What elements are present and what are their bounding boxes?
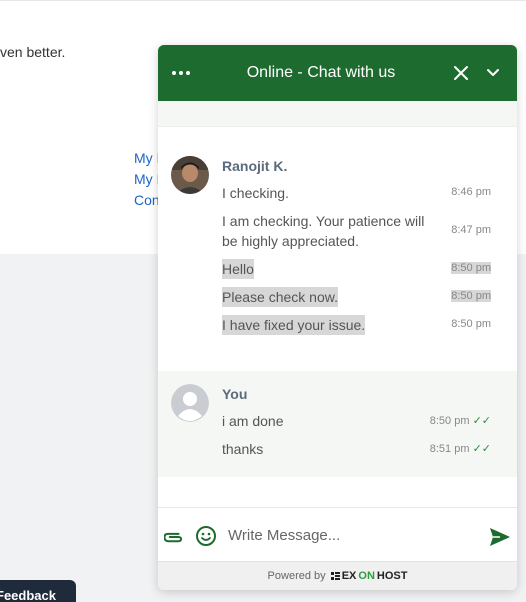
message-time: 8:50 pm ✓✓ (429, 415, 491, 427)
chat-title: Online - Chat with us (246, 64, 396, 81)
message-text: I am checking. Your patience will be hig… (222, 213, 425, 249)
page-text: ven better. (0, 44, 66, 60)
message: Please check now. 8:50 pm (222, 287, 506, 307)
message: i am done 8:50 pm ✓✓ (222, 411, 506, 431)
page-links: My I My I Con (134, 150, 160, 209)
message-text: i am done (222, 413, 284, 429)
message: Hello 8:50 pm (222, 259, 506, 279)
page-link[interactable]: Con (134, 192, 160, 209)
page-link[interactable]: My I (134, 150, 160, 167)
agent-avatar (171, 156, 209, 194)
smiley-icon[interactable] (195, 525, 217, 547)
message-list[interactable]: Ranojit K. I checking. 8:46 pm I am chec… (158, 101, 517, 507)
message-time: 8:50 pm (451, 262, 491, 274)
message: I checking. 8:46 pm (222, 183, 506, 203)
message-time: 8:50 pm (451, 318, 491, 330)
message-time: 8:47 pm (451, 224, 491, 236)
message-time: 8:51 pm ✓✓ (429, 443, 491, 455)
previous-message-group (158, 101, 517, 127)
message-text: thanks (222, 441, 264, 457)
powered-by-footer: Powered by EX ON HOST (158, 561, 517, 590)
more-horizontal-icon[interactable] (172, 64, 192, 82)
message-text: Please check now. (222, 287, 338, 307)
message-text: I checking. (222, 185, 289, 201)
message-time: 8:50 pm (451, 290, 491, 302)
page-link[interactable]: My I (134, 171, 160, 188)
double-check-icon: ✓✓ (472, 443, 491, 455)
message-time: 8:46 pm (451, 186, 491, 198)
message: I am checking. Your patience will be hig… (222, 211, 506, 251)
agent-name: Ranojit K. (222, 158, 288, 174)
send-icon[interactable] (488, 526, 512, 548)
message: thanks 8:51 pm ✓✓ (222, 439, 506, 459)
message-composer (158, 507, 517, 561)
brand-logo[interactable]: EX ON HOST (330, 570, 407, 582)
user-message-group: You i am done 8:50 pm ✓✓ thanks 8:51 pm … (158, 371, 517, 477)
agent-message-group: Ranojit K. I checking. 8:46 pm I am chec… (158, 127, 517, 371)
user-name: You (222, 386, 248, 402)
brand-mark-icon (330, 571, 340, 580)
powered-by-text: Powered by (267, 570, 326, 582)
message-text: Hello (222, 259, 254, 279)
user-avatar (171, 384, 209, 422)
close-icon[interactable] (451, 63, 471, 83)
chat-header: Online - Chat with us (158, 45, 517, 101)
chevron-down-icon[interactable] (483, 63, 503, 83)
chat-widget: Online - Chat with us Ranojit K. I check… (158, 45, 517, 590)
paperclip-icon[interactable] (164, 527, 184, 547)
message-text: I have fixed your issue. (222, 315, 366, 335)
message: I have fixed your issue. 8:50 pm (222, 315, 506, 335)
message-input[interactable] (228, 522, 468, 548)
feedback-button[interactable]: Feedback (0, 580, 76, 602)
double-check-icon: ✓✓ (472, 415, 491, 427)
